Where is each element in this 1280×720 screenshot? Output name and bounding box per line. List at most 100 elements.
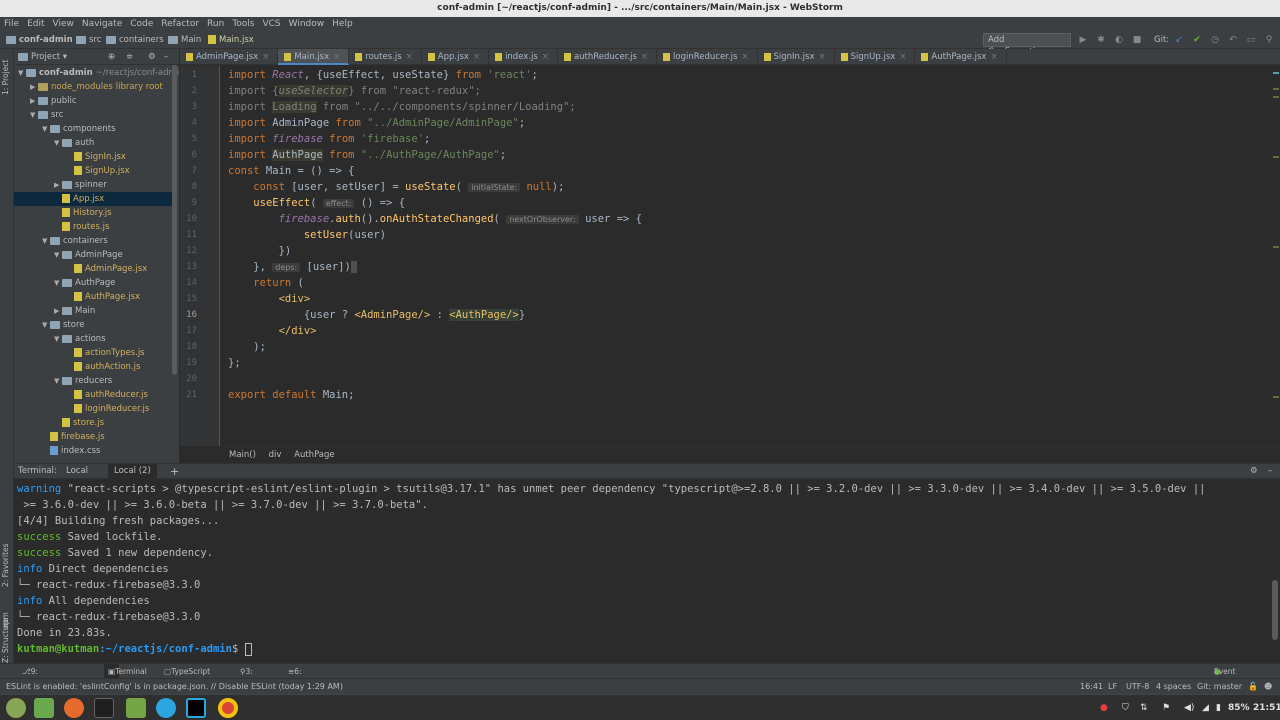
collapse-icon[interactable]: ≑	[126, 49, 133, 65]
chrome-icon[interactable]	[218, 698, 238, 718]
run-icon[interactable]: ▶	[1078, 35, 1088, 45]
files-icon[interactable]	[126, 698, 146, 718]
chevron-right-icon[interactable]: ▶	[30, 80, 38, 94]
coverage-icon[interactable]: ◐	[1114, 35, 1124, 45]
tree-item-app-jsx[interactable]: App.jsx	[14, 192, 174, 206]
chevron-down-icon[interactable]: ▼	[54, 276, 62, 290]
git-branch[interactable]: Git: master	[1197, 679, 1242, 694]
favorites-tool-button[interactable]: 2: Favorites	[1, 543, 10, 587]
chevron-down-icon[interactable]: ▼	[42, 122, 50, 136]
project-panel-title[interactable]: Project	[31, 52, 60, 62]
webstorm-icon[interactable]	[186, 698, 206, 718]
breadcrumb-file[interactable]: Main.jsx	[208, 31, 254, 49]
editor-scrollbar[interactable]	[1270, 66, 1280, 446]
status-message[interactable]: ESLint is enabled: 'eslintConfig' is in …	[6, 679, 343, 694]
breadcrumb-main[interactable]: Main	[168, 31, 201, 49]
tree-item-conf-admin[interactable]: ▼ conf-admin ~/reactjs/conf-admin	[14, 66, 179, 80]
search-everywhere-icon[interactable]: ▭	[1246, 35, 1256, 45]
terminal-output[interactable]: warning "react-scripts > @typescript-esl…	[14, 479, 1280, 663]
tree-item-authaction-js[interactable]: authAction.js	[14, 360, 174, 374]
chevron-down-icon[interactable]: ▼	[42, 234, 50, 248]
tree-item-authreducer-js[interactable]: authReducer.js	[14, 388, 174, 402]
menu-window[interactable]: Window	[289, 17, 325, 31]
tree-item-loginreducer-js[interactable]: loginReducer.js	[14, 402, 174, 416]
close-icon[interactable]: ×	[641, 52, 648, 62]
tree-item-adminpage[interactable]: ▼ AdminPage	[14, 248, 174, 262]
debug-icon[interactable]: ✱	[1096, 35, 1106, 45]
close-icon[interactable]: ×	[818, 52, 825, 62]
breadcrumb-main-fn[interactable]: Main()	[229, 450, 256, 460]
shield-icon[interactable]: ⛉	[1122, 695, 1129, 720]
chevron-right-icon[interactable]: ▶	[30, 94, 38, 108]
tab-signup-jsx[interactable]: SignUp.jsx ×	[835, 49, 916, 65]
close-icon[interactable]: ×	[899, 52, 906, 62]
menu-navigate[interactable]: Navigate	[82, 17, 122, 31]
breadcrumb-containers[interactable]: containers	[106, 31, 164, 49]
tab-authreducer-js[interactable]: authReducer.js ×	[558, 49, 658, 65]
tree-item-firebase-js[interactable]: firebase.js	[14, 430, 174, 444]
hide-icon[interactable]: –	[1268, 464, 1272, 479]
find-tool[interactable]: ⚲ 3: Find	[240, 664, 261, 691]
tab-index-js[interactable]: index.js ×	[489, 49, 558, 65]
terminal-scrollbar[interactable]	[1272, 580, 1278, 640]
tree-item-components[interactable]: ▼ components	[14, 122, 174, 136]
menu-refactor[interactable]: Refactor	[161, 17, 199, 31]
tab-loginreducer-js[interactable]: loginReducer.js ×	[657, 49, 758, 65]
chevron-down-icon[interactable]: ▼	[30, 108, 38, 122]
version-control-tool[interactable]: ⎇ 9: Version Control	[22, 664, 58, 706]
tab-main-jsx[interactable]: Main.jsx ×	[278, 49, 350, 65]
gear-icon[interactable]: ⚙	[1250, 464, 1258, 479]
mint-menu-icon[interactable]	[6, 698, 26, 718]
git-history-icon[interactable]: ◷	[1210, 35, 1220, 45]
tab-routes-js[interactable]: routes.js ×	[349, 49, 422, 65]
warning-mark[interactable]	[1273, 246, 1279, 248]
close-icon[interactable]: ×	[473, 52, 480, 62]
tree-item-actions[interactable]: ▼ actions	[14, 332, 174, 346]
tree-item-auth[interactable]: ▼ auth	[14, 136, 174, 150]
tree-item-routes-js[interactable]: routes.js	[14, 220, 174, 234]
structure-tool-button[interactable]: Z: Structure	[1, 618, 10, 663]
add-terminal-button[interactable]: +	[170, 464, 179, 479]
file-encoding[interactable]: UTF-8	[1126, 679, 1149, 694]
chevron-down-icon[interactable]: ▼	[54, 248, 62, 262]
locate-icon[interactable]: ⊕	[108, 49, 115, 65]
close-icon[interactable]: ×	[406, 52, 413, 62]
chevron-down-icon[interactable]: ▼	[54, 374, 62, 388]
line-separator[interactable]: LF	[1108, 679, 1117, 694]
menu-help[interactable]: Help	[332, 17, 353, 31]
terminal-prompt[interactable]: kutman@kutman:~/reactjs/conf-admin$	[17, 641, 252, 657]
warning-mark[interactable]	[1273, 396, 1279, 398]
tree-item-signup-jsx[interactable]: SignUp.jsx	[14, 164, 174, 178]
tree-item-actiontypes-js[interactable]: actionTypes.js	[14, 346, 174, 360]
firefox-icon[interactable]	[64, 698, 84, 718]
menu-run[interactable]: Run	[207, 17, 224, 31]
warning-mark[interactable]	[1273, 88, 1279, 90]
menu-vcs[interactable]: VCS	[262, 17, 280, 31]
close-icon[interactable]: ×	[262, 52, 269, 62]
breadcrumb-project[interactable]: conf-admin	[6, 31, 73, 49]
network-icon[interactable]: ⇅	[1140, 695, 1148, 720]
tree-item-authpage-jsx[interactable]: AuthPage.jsx	[14, 290, 174, 304]
project-tool-button[interactable]: 1: Project	[1, 60, 10, 95]
caret-position[interactable]: 16:41	[1080, 679, 1103, 694]
tree-item-index-css[interactable]: index.css	[14, 444, 174, 458]
menu-code[interactable]: Code	[130, 17, 153, 31]
tree-item-src[interactable]: ▼ src	[14, 108, 174, 122]
volume-icon[interactable]: ◀)	[1184, 695, 1194, 720]
close-icon[interactable]: ×	[542, 52, 549, 62]
chevron-down-icon[interactable]: ▼	[54, 332, 62, 346]
tree-item-store[interactable]: ▼ store	[14, 318, 174, 332]
chevron-right-icon[interactable]: ▶	[54, 178, 62, 192]
tab-authpage-jsx[interactable]: AuthPage.jsx ×	[915, 49, 1007, 65]
tree-item-node-modules[interactable]: ▶ node_modules library root	[14, 80, 174, 94]
telegram-icon[interactable]	[156, 698, 176, 718]
stop-icon[interactable]: ■	[1132, 35, 1142, 45]
keyboard-flag-icon[interactable]: ⚑	[1162, 695, 1170, 720]
gear-icon[interactable]: ⚙	[148, 49, 156, 65]
git-commit-icon[interactable]: ✔	[1192, 35, 1202, 45]
chevron-down-icon[interactable]: ▼	[54, 136, 62, 150]
chevron-down-icon[interactable]: ▼	[18, 66, 26, 80]
indent-setting[interactable]: 4 spaces	[1156, 679, 1191, 694]
clock[interactable]: 21:51	[1253, 695, 1280, 720]
close-icon[interactable]: ×	[741, 52, 748, 62]
